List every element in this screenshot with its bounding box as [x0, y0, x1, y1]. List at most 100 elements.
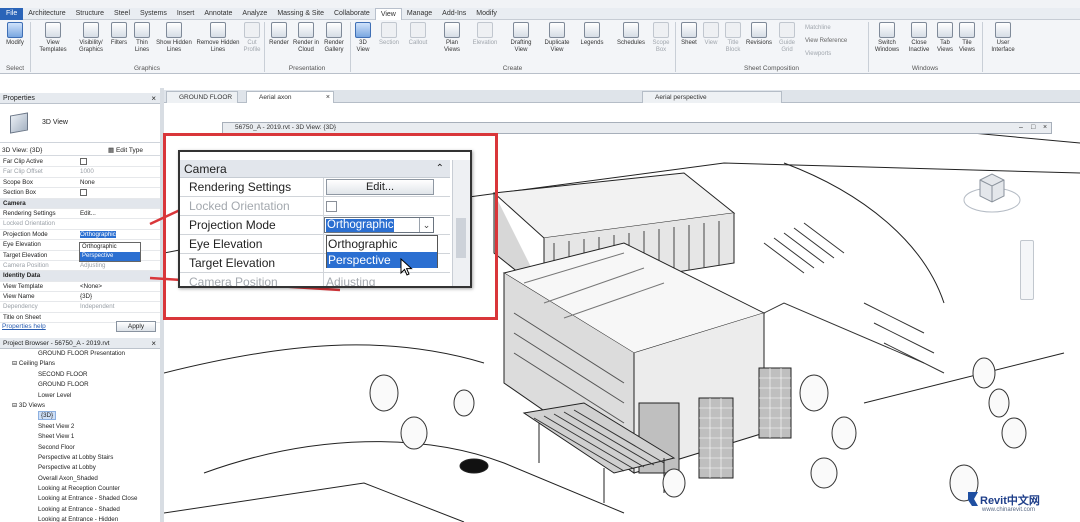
elevation-button[interactable]: Elevation: [470, 22, 500, 47]
tab-aerial-perspective[interactable]: Aerial perspective: [642, 91, 782, 103]
browser-item[interactable]: ⊟ 3D Views: [0, 401, 160, 411]
revisions-button[interactable]: Revisions: [744, 22, 774, 47]
browser-item[interactable]: Lower Level: [0, 391, 160, 401]
menu-file[interactable]: File: [0, 7, 24, 20]
filters-button[interactable]: Filters: [108, 22, 130, 47]
remove-hidden-lines-button[interactable]: Remove Hidden Lines: [196, 22, 240, 54]
browser-item[interactable]: Sheet View 1: [0, 432, 160, 442]
minimize-icon[interactable]: –: [1019, 123, 1023, 133]
browser-item[interactable]: Looking at Entrance - Shaded: [0, 505, 160, 515]
menu-modify[interactable]: Modify: [471, 8, 502, 20]
view-templates-button[interactable]: View Templates: [38, 22, 68, 54]
close-inactive-button[interactable]: Close Inactive: [904, 22, 934, 54]
instance-selector[interactable]: 3D View: {3D} ▦ Edit Type: [0, 145, 160, 156]
plan-views-button[interactable]: Plan Views: [440, 22, 464, 54]
legends-button[interactable]: Legends: [578, 22, 606, 47]
menu-add-ins[interactable]: Add-Ins: [437, 8, 471, 20]
apply-button[interactable]: Apply: [116, 321, 156, 332]
viewports-dropdown[interactable]: Viewports: [805, 51, 831, 57]
place-view-button[interactable]: View: [700, 22, 722, 47]
close-icon[interactable]: ×: [1043, 123, 1047, 133]
camera-section-header[interactable]: Camera ⌃: [180, 160, 450, 178]
browser-item[interactable]: Looking at Reception Counter: [0, 484, 160, 494]
dropdown-option[interactable]: Orthographic: [80, 243, 140, 252]
rendering-settings-edit-button[interactable]: Edit...: [326, 179, 434, 195]
tab-views-button[interactable]: Tab Views: [934, 22, 956, 54]
scrollbar-thumb[interactable]: [456, 218, 466, 258]
browser-item[interactable]: Looking at Entrance - Shaded Close: [0, 494, 160, 504]
drafting-view-button[interactable]: Drafting View: [506, 22, 536, 54]
menu-annotate[interactable]: Annotate: [199, 8, 237, 20]
property-value[interactable]: {3D}: [78, 292, 150, 301]
render-cloud-button[interactable]: Render in Cloud: [292, 22, 320, 54]
projection-mode-dropdown[interactable]: Orthographic Perspective: [79, 242, 141, 262]
browser-item[interactable]: Looking at Entrance - Hidden: [0, 515, 160, 522]
property-value[interactable]: [78, 188, 150, 197]
property-value[interactable]: [78, 157, 150, 166]
maximize-icon[interactable]: □: [1031, 123, 1035, 133]
menu-manage[interactable]: Manage: [402, 8, 437, 20]
menu-analyze[interactable]: Analyze: [237, 8, 272, 20]
schedules-button[interactable]: Schedules: [614, 22, 648, 47]
browser-item[interactable]: GROUND FLOOR Presentation: [0, 349, 160, 359]
menu-steel[interactable]: Steel: [109, 8, 135, 20]
property-row[interactable]: Camera: [0, 198, 160, 209]
render-gallery-button[interactable]: Render Gallery: [320, 22, 348, 54]
modify-button[interactable]: Modify: [3, 22, 27, 47]
viewcube-icon[interactable]: [962, 160, 1022, 220]
menu-systems[interactable]: Systems: [135, 8, 172, 20]
browser-item[interactable]: GROUND FLOOR: [0, 380, 160, 390]
property-value[interactable]: Edit...: [78, 209, 150, 218]
user-interface-button[interactable]: User Interface: [986, 22, 1020, 54]
matchline-button[interactable]: Matchline: [805, 25, 831, 31]
tree-collapse-icon[interactable]: ⊟: [12, 360, 19, 367]
scope-box-button[interactable]: Scope Box: [650, 22, 672, 54]
menu-architecture[interactable]: Architecture: [23, 8, 70, 20]
title-block-button[interactable]: Title Block: [722, 22, 744, 54]
guide-grid-button[interactable]: Guide Grid: [776, 22, 798, 54]
view-reference-button[interactable]: View Reference: [805, 38, 847, 44]
show-hidden-lines-button[interactable]: Show Hidden Lines: [154, 22, 194, 54]
thin-lines-button[interactable]: Thin Lines: [131, 22, 153, 54]
browser-item[interactable]: SECOND FLOOR: [0, 370, 160, 380]
navigation-bar[interactable]: [1020, 240, 1034, 300]
property-checkbox[interactable]: [80, 157, 87, 165]
section-button[interactable]: Section: [376, 22, 402, 47]
projection-mode-options[interactable]: Orthographic Perspective: [326, 235, 438, 268]
switch-windows-button[interactable]: Switch Windows: [872, 22, 902, 54]
property-value[interactable]: None: [78, 178, 150, 187]
option-orthographic[interactable]: Orthographic: [327, 236, 437, 252]
type-selector[interactable]: 3D View: [0, 105, 160, 143]
render-button[interactable]: Render: [266, 22, 292, 47]
tile-views-button[interactable]: Tile Views: [956, 22, 978, 54]
browser-item[interactable]: Second Floor: [0, 443, 160, 453]
property-value[interactable]: Orthographic: [78, 230, 150, 239]
menu-massing-site[interactable]: Massing & Site: [272, 8, 329, 20]
group-select[interactable]: Select: [0, 65, 30, 73]
dropdown-option-highlighted[interactable]: Perspective: [80, 252, 140, 261]
menu-collaborate[interactable]: Collaborate: [329, 8, 375, 20]
edit-type-button[interactable]: ▦ Edit Type: [108, 145, 143, 156]
menu-view[interactable]: View: [374, 7, 402, 20]
close-icon[interactable]: ×: [151, 338, 156, 349]
option-perspective[interactable]: Perspective: [327, 252, 437, 268]
locked-orientation-checkbox[interactable]: [326, 201, 337, 212]
menu-insert[interactable]: Insert: [172, 8, 200, 20]
tab-ground-floor[interactable]: GROUND FLOOR: [166, 91, 238, 103]
callout-button[interactable]: Callout: [404, 22, 432, 47]
properties-scrollbar[interactable]: [452, 160, 470, 286]
close-icon[interactable]: ×: [151, 93, 156, 104]
browser-item[interactable]: Perspective at Lobby Stairs: [0, 453, 160, 463]
tab-aerial-axon[interactable]: Aerial axon ×: [246, 91, 334, 103]
cut-profile-button[interactable]: Cut Profile: [242, 22, 262, 54]
browser-item[interactable]: ⊟ Ceiling Plans: [0, 359, 160, 369]
property-row[interactable]: Identity Data: [0, 271, 160, 282]
property-value[interactable]: <None>: [78, 282, 150, 291]
sheet-button[interactable]: Sheet: [678, 22, 700, 47]
browser-item[interactable]: Sheet View 2: [0, 422, 160, 432]
tree-collapse-icon[interactable]: ⊟: [12, 402, 19, 409]
projection-mode-select[interactable]: Orthographic ⌄: [324, 217, 434, 233]
3d-view-button[interactable]: 3D View: [352, 22, 374, 54]
browser-item[interactable]: {3D}: [0, 411, 160, 421]
browser-item[interactable]: Overall Axon_Shaded: [0, 474, 160, 484]
